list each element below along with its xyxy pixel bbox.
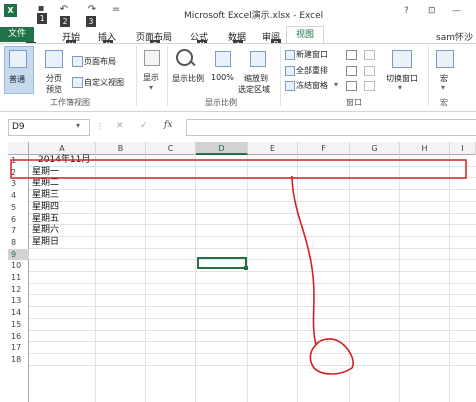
annotation-highlight-rows-1-2 [10, 159, 467, 179]
annotation-layer [10, 159, 467, 375]
annotation-drawn-arrow [291, 175, 354, 375]
